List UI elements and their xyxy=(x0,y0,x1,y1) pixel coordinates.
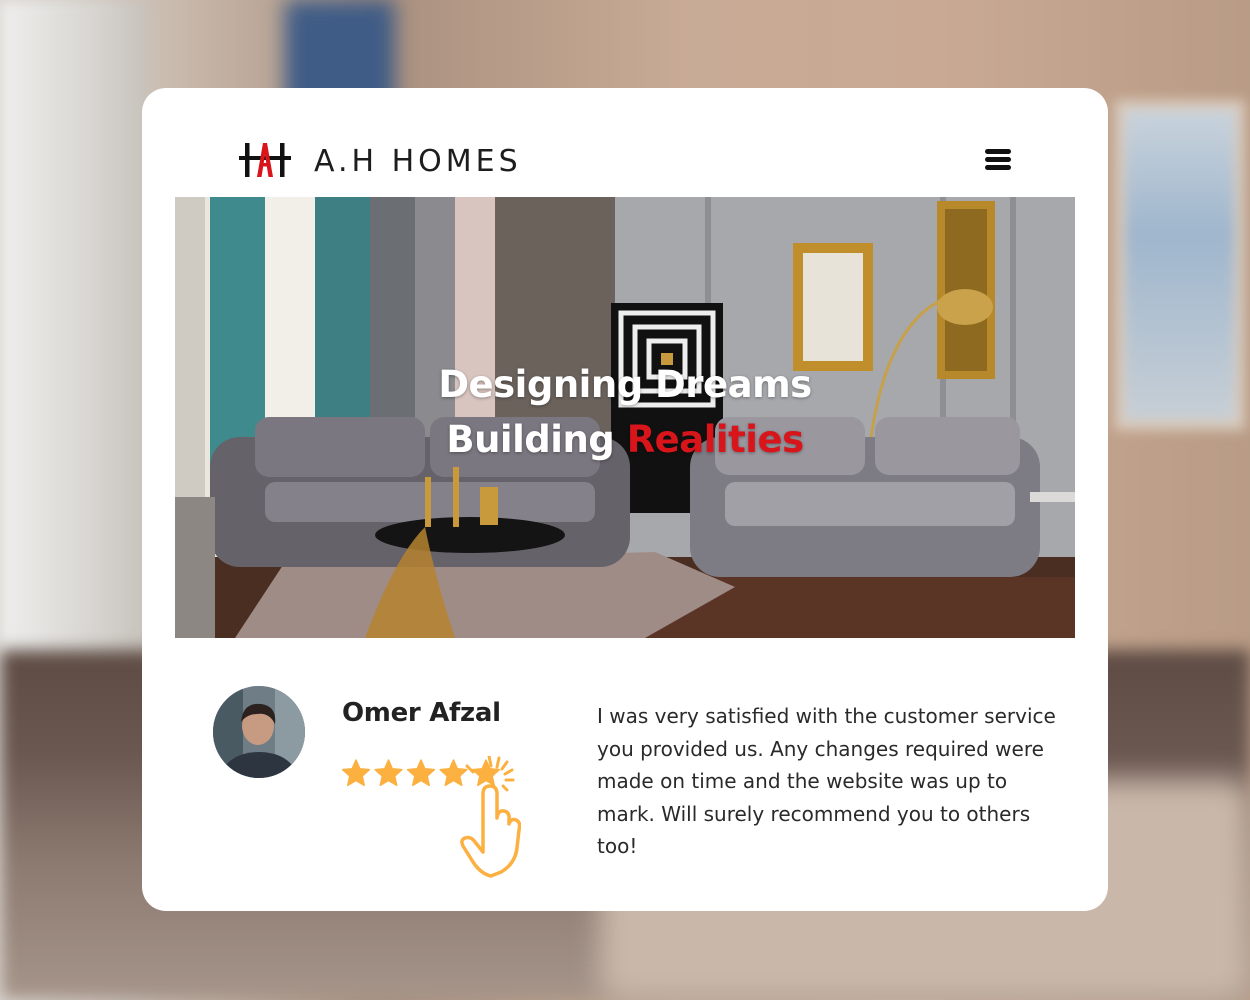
star-icon[interactable] xyxy=(471,759,501,787)
star-icon[interactable] xyxy=(439,759,468,787)
site-header: A.H HOMES xyxy=(142,88,1108,196)
hero-line-2: Building Realities xyxy=(175,412,1075,467)
ah-homes-logo-icon[interactable] xyxy=(239,143,291,177)
review-text: I was very satisfied with the customer s… xyxy=(597,704,1056,858)
hamburger-menu-icon[interactable] xyxy=(985,149,1011,171)
five-star-rating[interactable] xyxy=(341,756,521,881)
reviewer-avatar xyxy=(213,686,305,778)
pointing-hand-icon xyxy=(460,784,521,878)
star-icon[interactable] xyxy=(406,759,436,787)
hero-headline: Designing Dreams Building Realities xyxy=(175,357,1075,467)
star-icon[interactable] xyxy=(374,759,403,787)
star-icon[interactable] xyxy=(341,759,371,787)
reviewer-name: Omer Afzal xyxy=(342,698,501,728)
hero-line-1: Designing Dreams xyxy=(438,363,812,406)
hero-line-2-accent: Realities xyxy=(626,418,804,461)
hero-line-2-prefix: Building xyxy=(446,418,615,461)
website-preview-card: A.H HOMES Designing Dreams Building Real… xyxy=(142,88,1108,911)
brand-name[interactable]: A.H HOMES xyxy=(314,144,522,179)
hero-banner: Designing Dreams Building Realities xyxy=(175,197,1075,638)
